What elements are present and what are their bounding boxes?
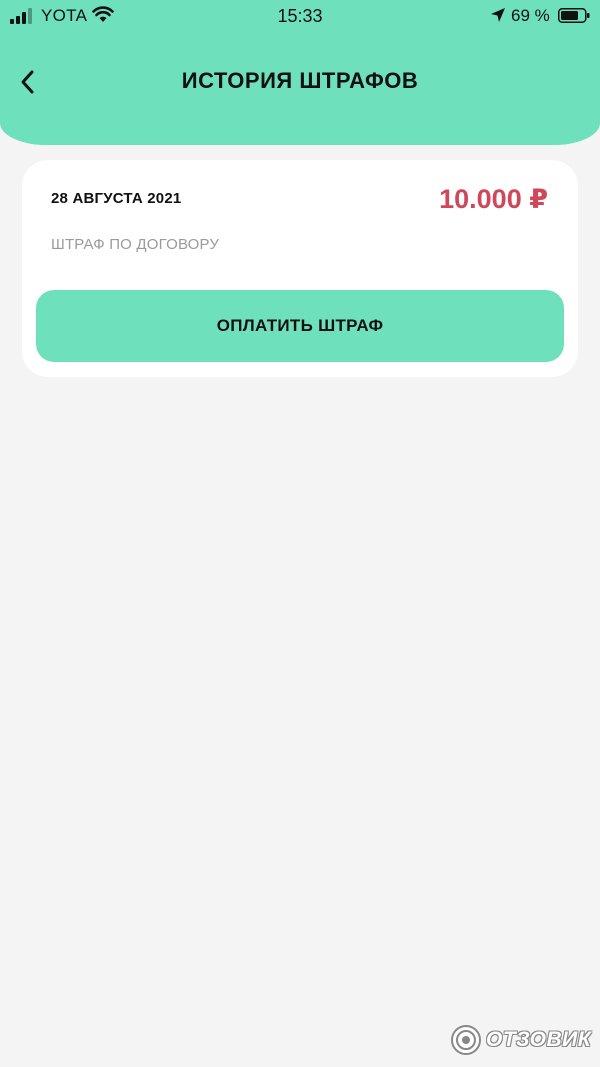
otzovik-logo-icon [451, 1025, 481, 1055]
fine-date: 28 АВГУСТА 2021 [51, 190, 182, 207]
page-title: ИСТОРИЯ ШТРАФОВ [181, 68, 419, 93]
header: YOTA 15:33 69 % ИСТОРИЯ ШТРАФОВ [0, 0, 600, 145]
fine-card: 28 АВГУСТА 2021 10.000 ₽ ШТРАФ ПО ДОГОВО… [22, 160, 578, 377]
pay-fine-button[interactable]: ОПЛАТИТЬ ШТРАФ [36, 290, 564, 362]
status-time: 15:33 [277, 6, 323, 26]
fine-amount: 10.000 ₽ [439, 184, 548, 214]
watermark-text: ОТЗОВИК [486, 1028, 592, 1051]
status-bar: YOTA 15:33 69 % [0, 0, 600, 32]
screen: YOTA 15:33 69 % ИСТОРИЯ ШТРАФОВ 28 АВГУС… [0, 0, 600, 1067]
watermark: ОТЗОВИК [450, 1022, 591, 1058]
battery-percentage: 69 % [511, 6, 550, 25]
location-arrow-icon [491, 8, 505, 22]
fine-description: ШТРАФ ПО ДОГОВОРУ [51, 236, 220, 253]
battery-icon [558, 8, 590, 23]
